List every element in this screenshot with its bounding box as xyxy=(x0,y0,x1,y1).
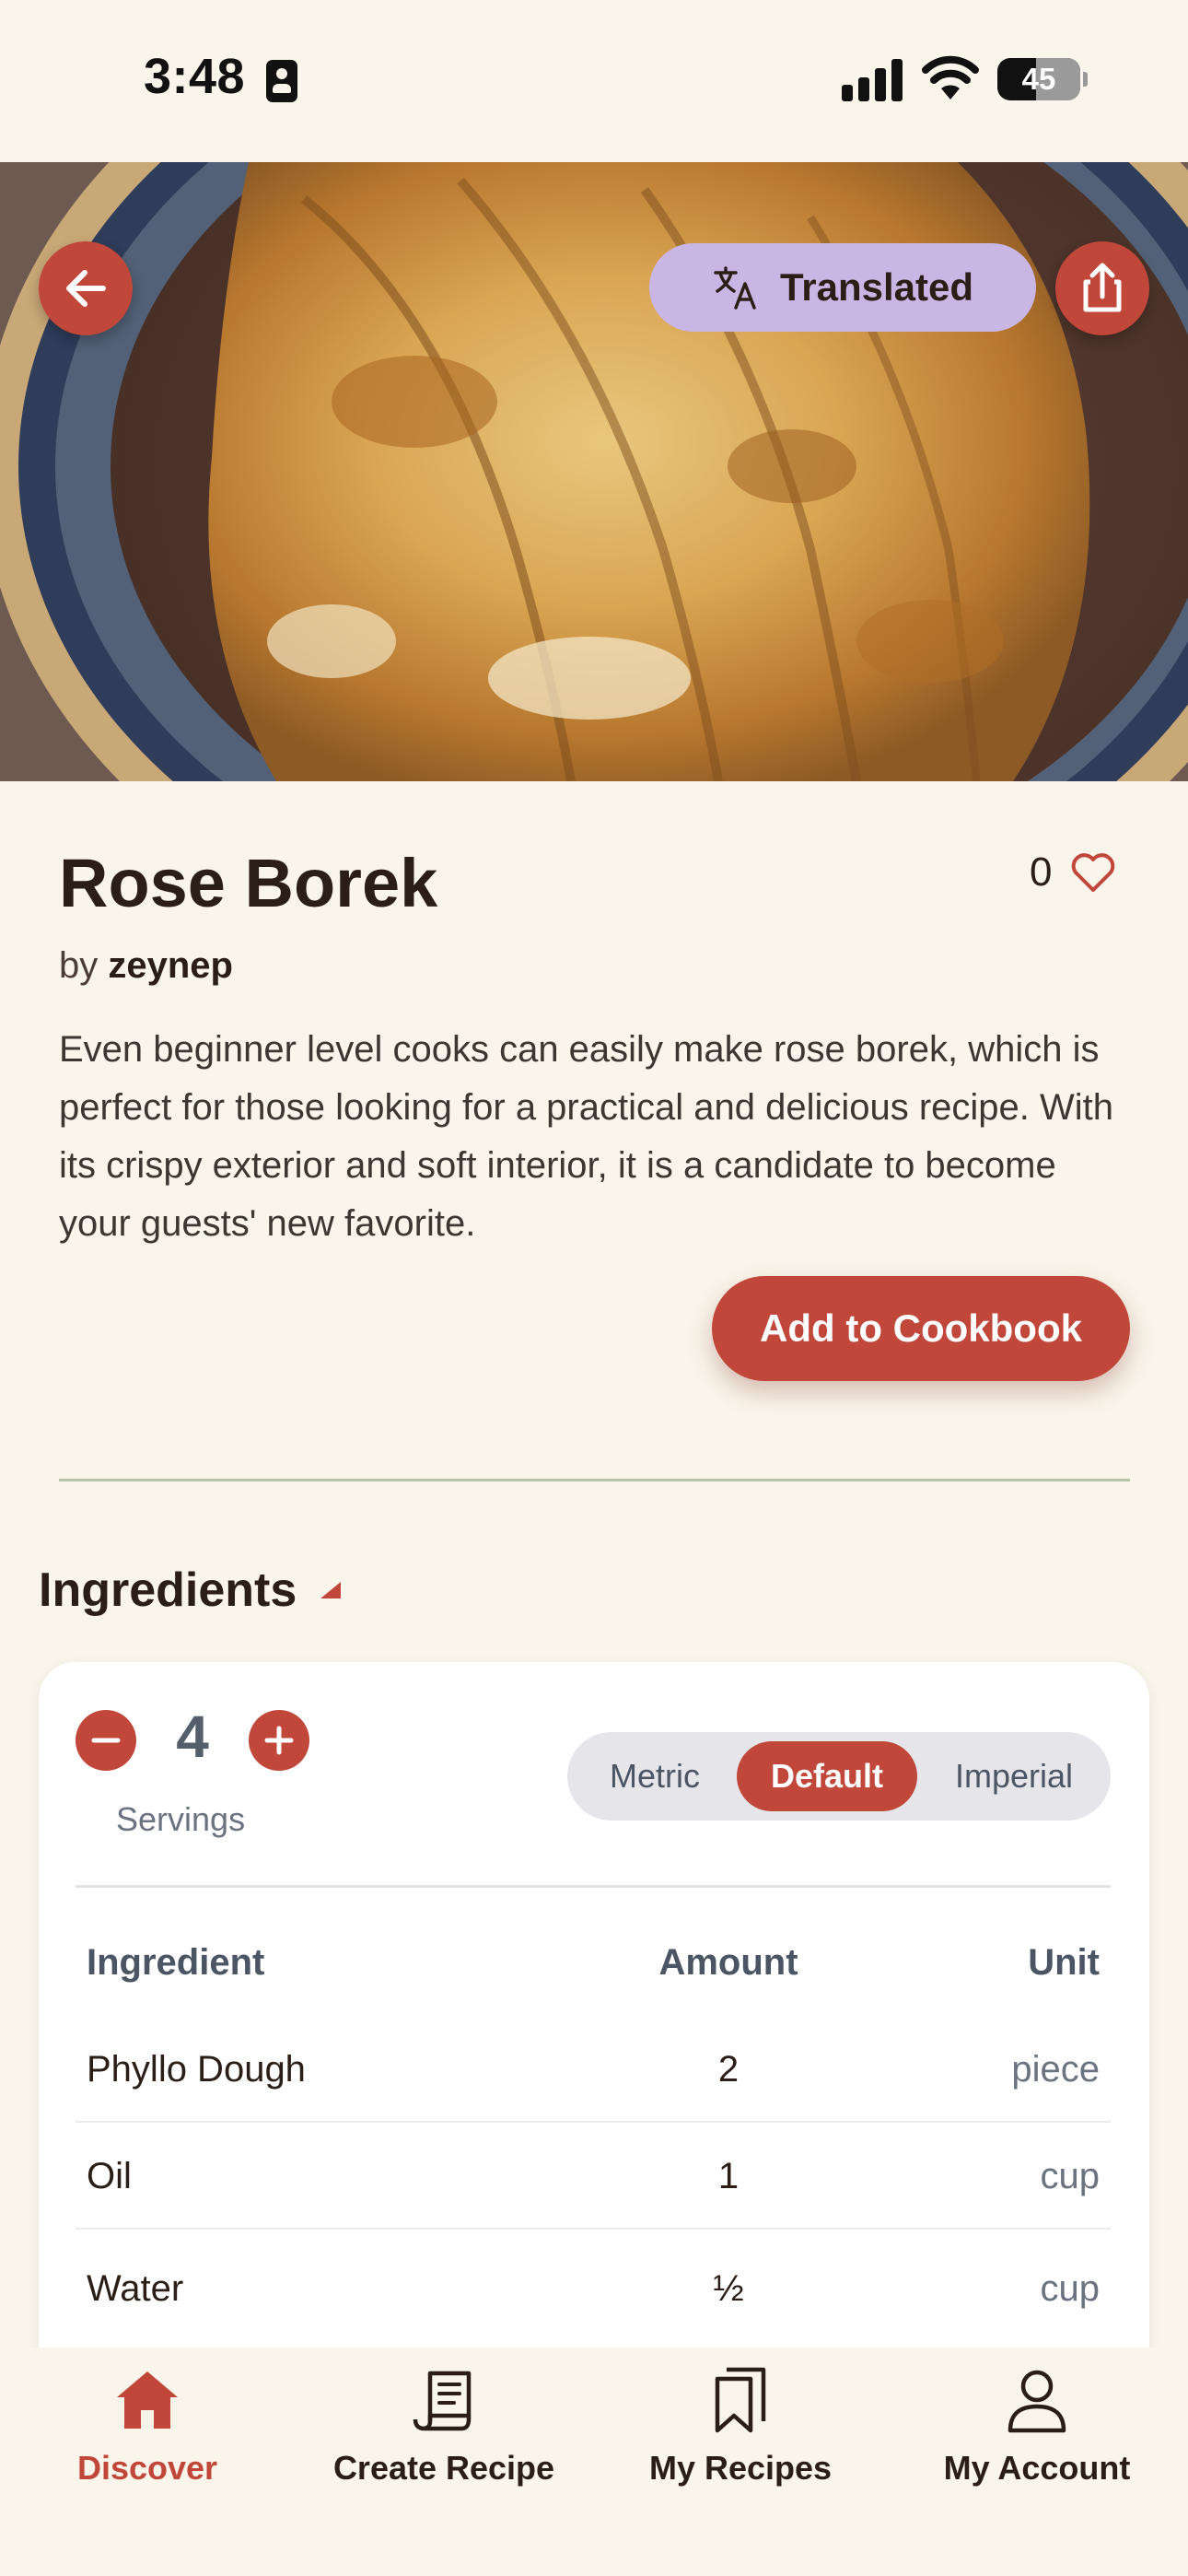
status-bar: 3:48 45 xyxy=(0,0,1188,162)
home-icon xyxy=(117,2371,178,2429)
author-link[interactable]: zeynep xyxy=(108,945,233,986)
like-count: 0 xyxy=(1030,849,1053,895)
ingredient-amount: ½ xyxy=(713,2267,744,2309)
ingredient-unit: cup xyxy=(1040,2155,1101,2196)
add-to-cookbook-button[interactable]: Add to Cookbook xyxy=(712,1276,1130,1381)
bottom-tab-bar: Discover Create Recipe My Recipes My Acc… xyxy=(0,2348,1188,2576)
ingredient-unit: cup xyxy=(1040,2267,1101,2309)
battery-level: 45 xyxy=(1021,62,1056,96)
increase-servings-button[interactable] xyxy=(249,1710,309,1771)
recipe-title: Rose Borek xyxy=(59,845,438,921)
back-arrow-icon xyxy=(66,270,106,307)
table-row: Oil 1 cup xyxy=(76,2123,1111,2230)
unit-metric-option[interactable]: Metric xyxy=(586,1741,724,1811)
ingredient-unit: piece xyxy=(1011,2048,1100,2090)
recipe-byline: by zeynep xyxy=(59,945,233,987)
like-button[interactable]: 0 xyxy=(1030,849,1116,896)
unit-imperial-option[interactable]: Imperial xyxy=(926,1741,1101,1811)
tab-label: My Account xyxy=(943,2449,1131,2487)
heart-icon xyxy=(1072,853,1115,892)
tab-create-recipe[interactable]: Create Recipe xyxy=(297,2364,591,2502)
ingredient-name: Oil xyxy=(87,2155,132,2196)
status-time: 3:48 xyxy=(144,49,246,104)
header-amount: Amount xyxy=(658,1941,798,1983)
servings-count: 4 xyxy=(176,1704,209,1770)
translate-icon xyxy=(714,266,756,310)
wifi-icon xyxy=(922,55,979,100)
servings-label: Servings xyxy=(116,1800,246,1838)
by-prefix: by xyxy=(59,945,99,986)
unit-system-toggle: Metric Default Imperial xyxy=(567,1732,1111,1821)
share-icon xyxy=(1083,263,1122,312)
tab-discover[interactable]: Discover xyxy=(0,2364,295,2502)
tab-label: Discover xyxy=(76,2449,218,2487)
recipe-scroll-icon xyxy=(413,2371,472,2431)
ingredient-amount: 1 xyxy=(717,2155,740,2196)
plus-icon xyxy=(264,1726,294,1755)
section-divider xyxy=(59,1479,1130,1481)
bookmarks-icon xyxy=(715,2367,766,2433)
ingredient-amount: 2 xyxy=(717,2048,740,2090)
table-row: Phyllo Dough 2 piece xyxy=(76,2016,1111,2123)
translated-label: Translated xyxy=(779,265,974,309)
ingredient-name: Phyllo Dough xyxy=(87,2048,306,2090)
cellular-signal-icon xyxy=(842,59,904,101)
tab-my-recipes[interactable]: My Recipes xyxy=(593,2364,888,2502)
decrease-servings-button[interactable] xyxy=(76,1710,136,1771)
ingredient-name: Water xyxy=(87,2267,184,2309)
contact-card-icon xyxy=(266,60,297,102)
back-button[interactable] xyxy=(39,241,133,335)
recipe-description: Even beginner level cooks can easily mak… xyxy=(59,1029,1114,1244)
header-ingredient: Ingredient xyxy=(87,1941,265,1983)
table-header: Ingredient Amount Unit xyxy=(76,1909,1111,2016)
table-row: Water ½ cup xyxy=(76,2230,1111,2348)
battery-icon: 45 xyxy=(997,58,1080,100)
unit-default-option[interactable]: Default xyxy=(737,1741,917,1811)
header-unit: Unit xyxy=(1028,1941,1100,1983)
tab-label: Create Recipe xyxy=(332,2449,555,2487)
translated-toggle[interactable]: Translated xyxy=(649,243,1036,332)
ingredients-title: Ingredients xyxy=(39,1563,297,1617)
card-divider xyxy=(76,1885,1111,1888)
tab-my-account[interactable]: My Account xyxy=(890,2364,1184,2502)
ingredients-section-toggle[interactable]: Ingredients xyxy=(39,1563,343,1618)
share-button[interactable] xyxy=(1055,241,1149,335)
collapse-triangle-icon xyxy=(320,1582,342,1598)
user-icon xyxy=(1007,2370,1066,2433)
minus-icon xyxy=(91,1738,121,1743)
tab-label: My Recipes xyxy=(648,2449,833,2487)
